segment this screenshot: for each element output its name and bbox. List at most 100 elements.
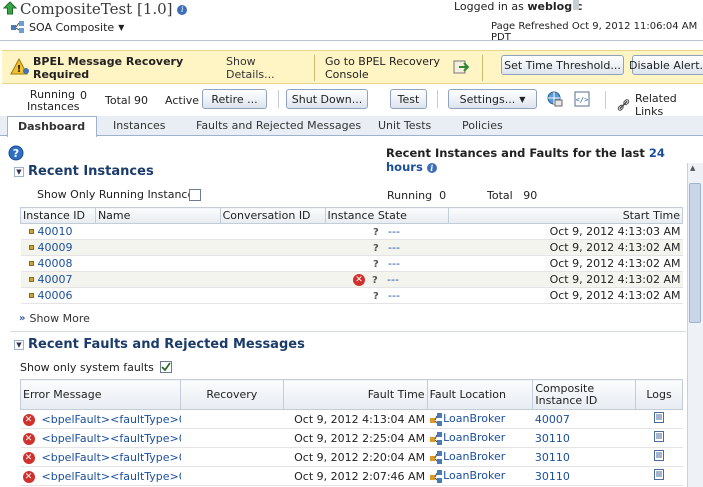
recent-faults-header[interactable]: ▼ Recent Faults and Rejected Messages (14, 337, 305, 352)
table-row[interactable]: ✕ <bpelFault><faultType>0< Oct 9, 2012 4:… (20, 409, 683, 429)
show-only-running-checkbox[interactable] (189, 189, 201, 201)
start-time-cell: Oct 9, 2012 4:13:02 AM (448, 255, 683, 272)
fault-location-link[interactable]: LoanBroker (443, 412, 505, 425)
fault-location-cell: LoanBroker (427, 409, 533, 429)
table-row[interactable]: ✕ <bpelFault><faultType>0< Oct 9, 2012 2:… (20, 466, 683, 486)
col-name[interactable]: Name (94, 207, 221, 224)
test-button[interactable]: Test (390, 89, 427, 109)
error-message-link[interactable]: <bpelFault><faultType>0< (42, 432, 181, 445)
settings-button[interactable]: Settings... ▼ (448, 89, 537, 109)
tab-faults[interactable]: Faults and Rejected Messages (186, 116, 371, 136)
instances-running: Running 0 (387, 189, 447, 202)
soa-composite-menu[interactable]: SOA Composite ▼ (10, 20, 124, 34)
show-only-running-label: Show Only Running Instances (37, 188, 200, 201)
col-instance-id[interactable]: Instance ID (20, 207, 96, 224)
error-message-cell: ✕ <bpelFault><faultType>0< (20, 409, 181, 429)
export-console-icon[interactable] (453, 59, 470, 78)
start-time-cell: Oct 9, 2012 4:13:02 AM (448, 287, 683, 304)
help-icon[interactable]: ? (8, 145, 24, 164)
collapse-icon[interactable]: ▼ (14, 340, 24, 350)
col-fault-time[interactable]: Fault Time (282, 379, 428, 410)
state-link[interactable]: --- (388, 289, 400, 302)
recent-faults-table: Error Message Recovery Fault Time Fault … (20, 379, 683, 486)
log-icon[interactable] (654, 412, 665, 423)
composite-instance-cell: 30110 (532, 428, 636, 448)
error-message-link[interactable]: <bpelFault><faultType>0< (42, 413, 181, 426)
retire-button[interactable]: Retire ... (202, 89, 267, 109)
table-row[interactable]: 40007 ✕ ? --- Oct 9, 2012 4:13:02 AM (20, 271, 683, 288)
collapse-icon[interactable]: ▼ (14, 167, 24, 177)
conversation-cell (220, 255, 326, 272)
state-link[interactable]: --- (388, 225, 400, 238)
fault-location-link[interactable]: LoanBroker (443, 450, 505, 463)
composite-globe-icon[interactable] (547, 91, 563, 110)
recent-instances-header[interactable]: ▼ Recent Instances (14, 164, 154, 179)
summary-period: Recent Instances and Faults for the last… (386, 146, 665, 174)
table-row[interactable]: ✕ <bpelFault><faultType>0< Oct 9, 2012 2:… (20, 428, 683, 448)
related-links-menu[interactable]: Related Links (617, 92, 703, 118)
instance-id-link[interactable]: 40008 (38, 257, 73, 270)
state-link[interactable]: --- (388, 257, 400, 270)
table-row[interactable]: ✕ <bpelFault><faultType>0< Oct 9, 2012 2:… (20, 447, 683, 467)
scrollbar-thumb[interactable] (689, 183, 701, 323)
log-icon[interactable] (654, 450, 665, 461)
error-message-link[interactable]: <bpelFault><faultType>0< (42, 470, 181, 483)
table-row[interactable]: 40009? --- Oct 9, 2012 4:13:02 AM (20, 239, 683, 256)
composite-instance-link[interactable]: 30110 (535, 470, 570, 483)
composite-instance-link[interactable]: 30110 (535, 451, 570, 464)
conversation-cell (220, 239, 326, 256)
table-row[interactable]: 40006? --- Oct 9, 2012 4:13:02 AM (20, 287, 683, 304)
col-instance-state[interactable]: Instance State (324, 207, 450, 224)
composite-instance-link[interactable]: 40007 (535, 413, 570, 426)
state-link[interactable]: --- (387, 273, 399, 286)
svg-text:</>: </> (576, 96, 589, 104)
recent-instances-table: Instance ID Name Conversation ID Instanc… (20, 207, 683, 304)
start-time-cell: Oct 9, 2012 4:13:02 AM (448, 271, 683, 288)
col-start-time[interactable]: Start Time (448, 207, 683, 224)
fault-location-link[interactable]: LoanBroker (443, 431, 505, 444)
table-row[interactable]: 40010? --- Oct 9, 2012 4:13:03 AM (20, 223, 683, 240)
tab-dashboard[interactable]: Dashboard (7, 116, 97, 137)
col-fault-location[interactable]: Fault Location (426, 379, 534, 410)
col-logs[interactable]: Logs (635, 379, 683, 410)
tab-policies[interactable]: Policies (452, 116, 513, 136)
table-row[interactable]: 40008? --- Oct 9, 2012 4:13:02 AM (20, 255, 683, 272)
instance-id-link[interactable]: 40006 (38, 289, 73, 302)
bpel-component-icon (430, 412, 443, 426)
error-message-cell: ✕ <bpelFault><faultType>0< (20, 428, 181, 448)
disable-alert-button[interactable]: Disable Alert... (629, 55, 703, 75)
instance-id-cell: 40008 (20, 255, 96, 272)
tab-unit-tests[interactable]: Unit Tests (368, 116, 441, 136)
state-link[interactable]: --- (388, 241, 400, 254)
show-more-link[interactable]: » Show More (19, 312, 90, 325)
running-instances-label: Running Instances (27, 88, 80, 113)
composite-instance-cell: 30110 (532, 466, 636, 486)
fault-location-link[interactable]: LoanBroker (443, 469, 505, 482)
set-time-threshold-button[interactable]: Set Time Threshold... (501, 55, 624, 75)
instance-id-link[interactable]: 40010 (38, 225, 73, 238)
composite-instance-link[interactable]: 30110 (535, 432, 570, 445)
composite-instance-cell: 30110 (532, 447, 636, 467)
info-icon[interactable]: i (426, 162, 437, 173)
scroll-up-icon[interactable]: ▲ (690, 164, 695, 172)
goto-recovery-console-link[interactable]: Go to BPEL Recovery Console (325, 55, 445, 81)
section-divider (10, 331, 686, 332)
shut-down-button[interactable]: Shut Down... (286, 89, 368, 109)
tab-instances[interactable]: Instances (103, 116, 176, 136)
show-system-faults-checkbox[interactable] (159, 361, 172, 373)
embed-xml-icon[interactable]: </> (574, 91, 590, 110)
col-composite-instance-id[interactable]: Composite Instance ID (532, 379, 637, 410)
alert-message: BPEL Message Recovery Required (33, 55, 184, 81)
log-icon[interactable] (654, 469, 665, 480)
alert-separator-2 (482, 55, 483, 81)
error-message-link[interactable]: <bpelFault><faultType>0< (42, 451, 181, 464)
show-details-link[interactable]: Show Details... (226, 55, 296, 81)
col-error-message[interactable]: Error Message (20, 379, 181, 410)
recovery-cell (180, 409, 284, 429)
col-recovery[interactable]: Recovery (180, 379, 284, 410)
col-conversation-id[interactable]: Conversation ID (219, 207, 326, 224)
info-icon[interactable]: i (177, 5, 188, 15)
instance-id-link[interactable]: 40007 (38, 273, 73, 286)
log-icon[interactable] (654, 431, 665, 442)
instance-id-link[interactable]: 40009 (38, 241, 73, 254)
